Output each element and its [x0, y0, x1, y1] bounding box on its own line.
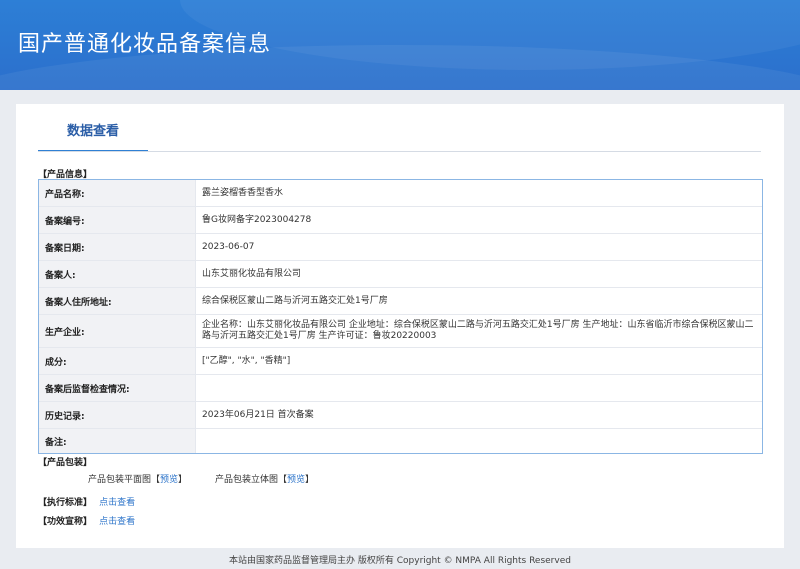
tab-divider [38, 151, 761, 152]
row-key: 历史记录: [39, 402, 196, 428]
efficacy-link[interactable]: 点击查看 [99, 517, 135, 527]
table-row: 生产企业: 企业名称：山东艾丽化妆品有限公司 企业地址：综合保税区蒙山二路与沂河… [39, 315, 762, 348]
row-key: 生产企业: [39, 315, 196, 347]
row-value: 综合保税区蒙山二路与沂河五路交汇处1号厂房 [202, 295, 388, 306]
row-value: 企业名称：山东艾丽化妆品有限公司 企业地址：综合保税区蒙山二路与沂河五路交汇处1… [202, 320, 754, 341]
table-row: 备案人: 山东艾丽化妆品有限公司 [39, 261, 762, 288]
page-title: 国产普通化妆品备案信息 [18, 32, 272, 57]
row-key: 备注: [39, 429, 196, 453]
bracket: 【 [278, 475, 288, 485]
standard-label: 【执行标准】 [38, 498, 93, 508]
content-card: 数据查看 【产品信息】 产品名称: 露兰姿榴香香型香水 备案编号: 鲁G妆网备字… [16, 104, 784, 548]
row-key: 成分: [39, 348, 196, 374]
row-value: 2023年06月21日 首次备案 [202, 409, 314, 420]
table-row: 备案日期: 2023-06-07 [39, 234, 762, 261]
bracket: 】 [178, 475, 188, 485]
table-row: 备案编号: 鲁G妆网备字2023004278 [39, 207, 762, 234]
packaging-solid: 产品包装立体图【预览】 [215, 472, 314, 485]
row-key: 备案日期: [39, 234, 196, 260]
page-footer: 本站由国家药品监督管理局主办 版权所有 Copyright © NMPA All… [229, 556, 571, 566]
table-row: 备案人住所地址: 综合保税区蒙山二路与沂河五路交汇处1号厂房 [39, 288, 762, 315]
tab-data-view[interactable]: 数据查看 [38, 120, 148, 152]
row-key: 备案后监督检查情况: [39, 375, 196, 401]
row-value: 山东艾丽化妆品有限公司 [202, 268, 302, 279]
packaging-flat: 产品包装平面图【预览】 [88, 472, 187, 485]
efficacy-label: 【功效宣称】 [38, 517, 93, 527]
row-key: 备案人住所地址: [39, 288, 196, 314]
row-value: 鲁G妆网备字2023004278 [202, 214, 312, 225]
section-packaging: 【产品包装】 [38, 458, 93, 468]
packaging-flat-label: 产品包装平面图 [88, 475, 152, 485]
section-standard: 【执行标准】 点击查看 [38, 495, 135, 508]
table-row: 产品名称: 露兰姿榴香香型香水 [39, 180, 762, 207]
row-value: 2023-06-07 [202, 241, 255, 252]
row-key: 备案编号: [39, 207, 196, 233]
bracket: 】 [305, 475, 315, 485]
row-key: 备案人: [39, 261, 196, 287]
section-efficacy: 【功效宣称】 点击查看 [38, 514, 135, 527]
row-value: 露兰姿榴香香型香水 [202, 187, 284, 198]
row-key: 产品名称: [39, 180, 196, 206]
standard-link[interactable]: 点击查看 [99, 498, 135, 508]
row-value: ["乙醇", "水", "香精"] [202, 355, 291, 366]
bracket: 【 [151, 475, 161, 485]
table-row: 备案后监督检查情况: [39, 375, 762, 402]
table-row: 备注: [39, 429, 762, 453]
product-info-table: 产品名称: 露兰姿榴香香型香水 备案编号: 鲁G妆网备字2023004278 备… [38, 179, 763, 454]
row-value [196, 375, 762, 401]
row-value [196, 429, 762, 453]
page-header: 国产普通化妆品备案信息 [0, 0, 800, 90]
flat-preview-link[interactable]: 预览 [160, 475, 178, 485]
packaging-solid-label: 产品包装立体图 [215, 475, 279, 485]
table-row: 历史记录: 2023年06月21日 首次备案 [39, 402, 762, 429]
solid-preview-link[interactable]: 预览 [287, 475, 305, 485]
table-row: 成分: ["乙醇", "水", "香精"] [39, 348, 762, 375]
